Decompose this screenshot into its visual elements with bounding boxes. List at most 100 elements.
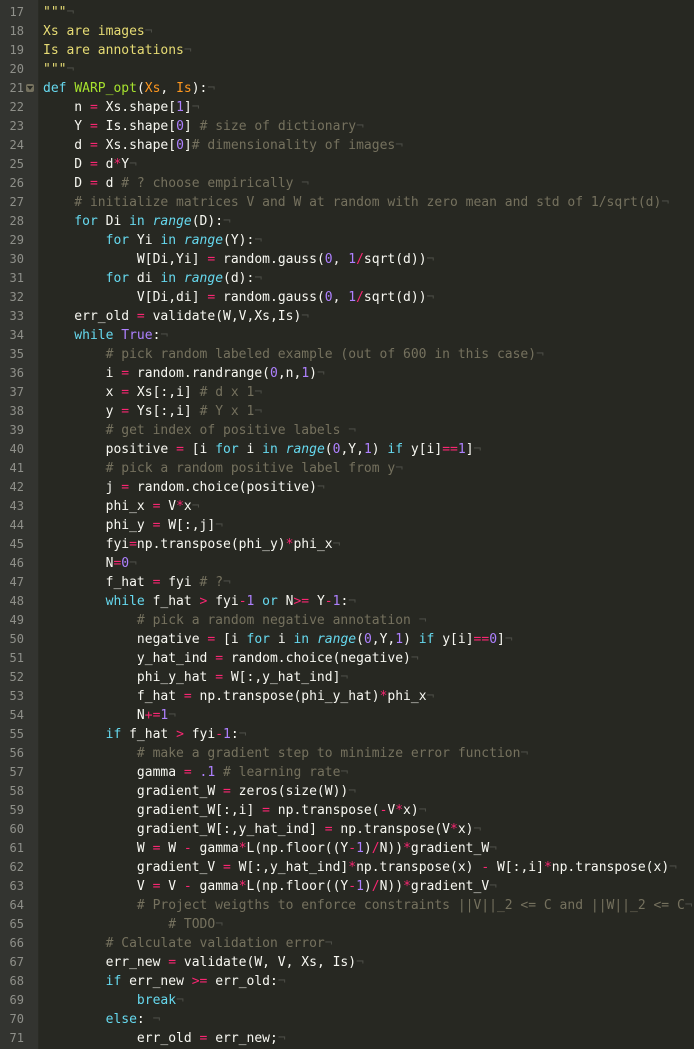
code-line[interactable]: 34 while True:¬ — [10, 326, 694, 345]
line-number: 30 — [9, 252, 24, 266]
code-line[interactable]: 70 else: ¬ — [10, 1010, 694, 1029]
code-line[interactable]: 45 fyi=np.transpose(phi_y)*phi_x¬ — [10, 535, 694, 554]
code-area[interactable]: 17 """¬ 18 Xs are images¬ 19 Is are annotatio… — [10, 3, 694, 1048]
code-line[interactable]: 65 # TODO¬ — [10, 915, 694, 934]
code-line[interactable]: 20 """¬ — [10, 60, 694, 79]
code-line[interactable]: 33 err_old = validate(W,V,Xs,Is)¬ — [10, 307, 694, 326]
code-line[interactable]: 69 break¬ — [10, 991, 694, 1010]
code-line[interactable]: 27 # initialize matrices V and W at rand… — [10, 193, 694, 212]
code-line[interactable]: 24 d = Xs.shape[0]# dimensionality of im… — [10, 136, 694, 155]
code-line[interactable]: 49 # pick a random negative annotation ¬ — [10, 611, 694, 630]
code-line[interactable]: 50 negative = [i for i in range(0,Y,1) i… — [10, 630, 694, 649]
code-line[interactable]: 47 f_hat = fyi # ?¬ — [10, 573, 694, 592]
code-line[interactable]: 43 phi_x = V*x¬ — [10, 497, 694, 516]
code-line[interactable]: 36 i = random.randrange(0,n,1)¬ — [10, 364, 694, 383]
code-line[interactable]: 28 for Di in range(D):¬ — [10, 212, 694, 231]
eol-marker: ¬ — [473, 822, 482, 837]
code-editor[interactable]: 17 """¬ 18 Xs are images¬ 19 Is are annotatio… — [0, 0, 694, 1049]
code-text: [i — [215, 632, 247, 647]
code-line[interactable]: 66 # Calculate validation error¬ — [10, 934, 694, 953]
code-line[interactable]: 19 Is are annotations¬ — [10, 41, 694, 60]
operator-token: = — [89, 100, 98, 115]
code-line[interactable]: 63 V = V - gamma*L(np.floor((Y-1)/N))*gr… — [10, 877, 694, 896]
line-number: 46 — [9, 556, 24, 570]
line-number: 62 — [9, 860, 24, 874]
code-line[interactable]: 56 # make a gradient step to minimize er… — [10, 744, 694, 763]
number-token: True — [121, 328, 153, 343]
code-line[interactable]: 64 # Project weigths to enforce constrai… — [10, 896, 694, 915]
code-line[interactable]: 22 n = Xs.shape[1]¬ — [10, 98, 694, 117]
comment-token: # ? — [199, 575, 224, 590]
code-line[interactable]: 41 # pick a random positive label from y… — [10, 459, 694, 478]
code-line[interactable]: 21 def WARP_opt(Xs, Is):¬ — [10, 79, 694, 98]
code-line[interactable]: 54 N+=1¬ — [10, 706, 694, 725]
code-line[interactable]: 48 while f_hat > fyi-1 or N>= Y-1:¬ — [10, 592, 694, 611]
code-line[interactable]: 39 # get index of positive labels ¬ — [10, 421, 694, 440]
code-line[interactable]: 51 y_hat_ind = random.choice(negative)¬ — [10, 649, 694, 668]
code-text: ] — [465, 442, 474, 457]
eol-marker: ¬ — [426, 689, 435, 704]
line-number: 48 — [9, 594, 24, 608]
eol-marker: ¬ — [254, 271, 263, 286]
code-line[interactable]: 52 phi_y_hat = W[:,y_hat_ind]¬ — [10, 668, 694, 687]
line-text: phi_x = V*x¬ — [43, 497, 200, 516]
code-line[interactable]: 62 gradient_V = W[:,y_hat_ind]*np.transp… — [10, 858, 694, 877]
line-text: # initialize matrices V and W at random … — [43, 193, 669, 212]
fold-triangle-icon[interactable] — [26, 84, 34, 92]
eol-marker: ¬ — [340, 765, 349, 780]
line-text: else: ¬ — [43, 1010, 161, 1029]
comment-token: # learning rate — [223, 765, 341, 780]
keyword-token: or — [262, 594, 278, 609]
code-text: f_hat — [43, 575, 153, 590]
line-number: 32 — [9, 290, 24, 304]
code-line[interactable]: 71 err_old = err_new;¬ — [10, 1029, 694, 1048]
code-line[interactable]: 53 f_hat = np.transpose(phi_y_hat)*phi_x… — [10, 687, 694, 706]
code-line[interactable]: 38 y = Ys[:,i] # Y x 1¬ — [10, 402, 694, 421]
code-line[interactable]: 40 positive = [i for i in range(0,Y,1) i… — [10, 440, 694, 459]
code-line[interactable]: 18 Xs are images¬ — [10, 22, 694, 41]
code-line[interactable]: 68 if err_new >= err_old:¬ — [10, 972, 694, 991]
code-line[interactable]: 42 j = random.choice(positive)¬ — [10, 478, 694, 497]
line-text: err_old = err_new;¬ — [43, 1029, 286, 1048]
code-line[interactable]: 25 D = d*Y¬ — [10, 155, 694, 174]
code-text: fyi — [43, 537, 130, 552]
code-line[interactable]: 29 for Yi in range(Y):¬ — [10, 231, 694, 250]
comment-token: # pick random labeled example (out of 60… — [43, 347, 537, 362]
code-line[interactable]: 46 N=0¬ — [10, 554, 694, 573]
code-line[interactable]: 60 gradient_W[:,y_hat_ind] = np.transpos… — [10, 820, 694, 839]
code-line[interactable]: 32 V[Di,di] = random.gauss(0, 1/sqrt(d))… — [10, 288, 694, 307]
code-line[interactable]: 44 phi_y = W[:,j]¬ — [10, 516, 694, 535]
line-number: 22 — [9, 100, 24, 114]
eol-marker: ¬ — [168, 708, 177, 723]
code-line[interactable]: 30 W[Di,Yi] = random.gauss(0, 1/sqrt(d))… — [10, 250, 694, 269]
operator-token: = — [183, 689, 192, 704]
line-number: 17 — [9, 5, 24, 19]
line-number: 23 — [9, 119, 24, 133]
code-line[interactable]: 31 for di in range(d):¬ — [10, 269, 694, 288]
code-text: (d): — [223, 271, 255, 286]
code-line[interactable]: 58 gradient_W = zeros(size(W))¬ — [10, 782, 694, 801]
eol-marker: ¬ — [669, 860, 677, 875]
eol-marker: ¬ — [301, 309, 310, 324]
operator-token: = — [183, 765, 192, 780]
code-text: Y — [309, 594, 325, 609]
eol-marker: ¬ — [129, 157, 137, 172]
code-line[interactable]: 55 if f_hat > fyi-1:¬ — [10, 725, 694, 744]
code-line[interactable]: 37 x = Xs[:,i] # d x 1¬ — [10, 383, 694, 402]
code-line[interactable]: 35 # pick random labeled example (out of… — [10, 345, 694, 364]
code-line[interactable]: 61 W = W - gamma*L(np.floor((Y-1)/N))*gr… — [10, 839, 694, 858]
code-line[interactable]: 57 gamma = .1 # learning rate¬ — [10, 763, 694, 782]
operator-token: = — [89, 176, 98, 191]
code-line[interactable]: 23 Y = Is.shape[0] # size of dictionary¬ — [10, 117, 694, 136]
code-line[interactable]: 17 """¬ — [10, 3, 694, 22]
code-line[interactable]: 26 D = d # ? choose empirically ¬ — [10, 174, 694, 193]
line-text: Is are annotations¬ — [43, 41, 192, 60]
eol-marker: ¬ — [215, 518, 224, 533]
code-line[interactable]: 59 gradient_W[:,i] = np.transpose(-V*x)¬ — [10, 801, 694, 820]
number-token: .1 — [199, 765, 216, 780]
code-text: V[Di,di] — [43, 290, 208, 305]
code-text: d — [43, 138, 90, 153]
code-line[interactable]: 67 err_new = validate(W, V, Xs, Is)¬ — [10, 953, 694, 972]
